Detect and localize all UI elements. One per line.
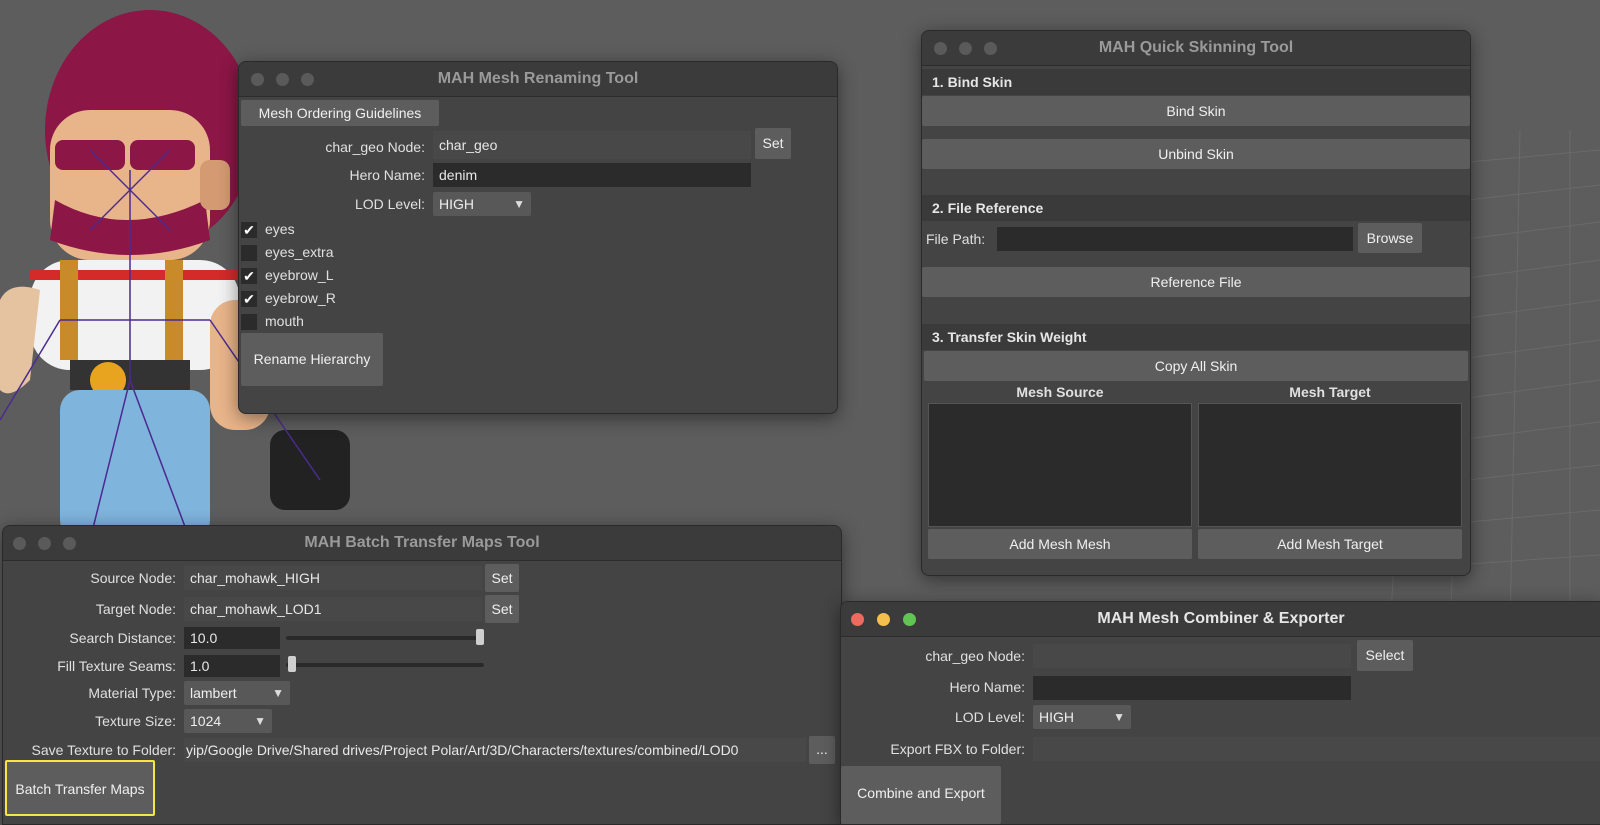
texture-size-value: 1024 xyxy=(190,713,222,729)
lod-level-dropdown[interactable]: HIGH ▼ xyxy=(1033,705,1131,729)
material-type-dropdown[interactable]: lambert ▼ xyxy=(184,681,290,705)
chevron-down-icon: ▼ xyxy=(513,197,525,211)
mesh-target-list[interactable] xyxy=(1198,403,1462,527)
mesh-target-label: Mesh Target xyxy=(1289,384,1371,400)
chevron-down-icon: ▼ xyxy=(254,714,266,728)
add-mesh-source-button[interactable]: Add Mesh Mesh xyxy=(928,529,1192,559)
quick-skinning-tool-window: MAH Quick Skinning Tool 1. Bind Skin Bin… xyxy=(921,30,1471,576)
save-texture-folder-field[interactable]: yip/Google Drive/Shared drives/Project P… xyxy=(184,738,806,762)
checkbox-label-eyes-extra: eyes_extra xyxy=(265,244,334,260)
transfer-titlebar[interactable]: MAH Batch Transfer Maps Tool xyxy=(3,526,841,561)
window-title: MAH Quick Skinning Tool xyxy=(1098,39,1294,56)
mesh-renaming-tool-window: MAH Mesh Renaming Tool Mesh Ordering Gui… xyxy=(238,61,838,414)
search-distance-input[interactable]: 10.0 xyxy=(184,627,280,649)
browse-folder-button[interactable]: ... xyxy=(809,736,835,764)
chevron-down-icon: ▼ xyxy=(1113,710,1125,724)
lod-level-label: LOD Level: xyxy=(354,196,425,212)
window-title: MAH Batch Transfer Maps Tool xyxy=(304,534,540,551)
set-target-button[interactable]: Set xyxy=(485,595,519,623)
mesh-combiner-exporter-window: MAH Mesh Combiner & Exporter char_geo No… xyxy=(840,601,1600,825)
checkbox-label-eyebrow-r: eyebrow_R xyxy=(265,290,336,306)
checkbox-eyes[interactable]: ✔ xyxy=(241,222,257,238)
add-mesh-target-button[interactable]: Add Mesh Target xyxy=(1198,529,1462,559)
source-node-label: Source Node: xyxy=(90,570,176,586)
fill-texture-seams-label: Fill Texture Seams: xyxy=(57,658,176,674)
checkbox-label-mouth: mouth xyxy=(265,313,304,329)
browse-button[interactable]: Browse xyxy=(1358,223,1422,253)
hero-name-label: Hero Name: xyxy=(949,679,1025,695)
export-fbx-folder-label: Export FBX to Folder: xyxy=(890,741,1025,757)
hero-name-input[interactable]: denim xyxy=(433,163,751,187)
material-type-label: Material Type: xyxy=(88,685,176,701)
lod-level-value: HIGH xyxy=(439,196,474,212)
texture-size-dropdown[interactable]: 1024 ▼ xyxy=(184,709,272,733)
set-button[interactable]: Set xyxy=(755,128,791,159)
section-transfer-skin-weight: 3. Transfer Skin Weight xyxy=(922,324,1470,350)
bind-skin-button[interactable]: Bind Skin xyxy=(922,96,1470,126)
section-bind-skin: 1. Bind Skin xyxy=(922,69,1470,95)
checkbox-eyebrow-r[interactable]: ✔ xyxy=(241,291,257,307)
checkbox-label-eyebrow-l: eyebrow_L xyxy=(265,267,334,283)
search-distance-slider-handle[interactable] xyxy=(476,629,484,645)
target-node-label: Target Node: xyxy=(95,601,176,617)
rename-hierarchy-button[interactable]: Rename Hierarchy xyxy=(241,333,383,386)
skinning-titlebar[interactable]: MAH Quick Skinning Tool xyxy=(922,31,1470,66)
checkbox-eyes-extra[interactable] xyxy=(241,245,257,261)
checkbox-mouth[interactable] xyxy=(241,314,257,330)
char-geo-field[interactable] xyxy=(1033,644,1351,668)
fill-texture-seams-slider-track[interactable] xyxy=(286,663,484,667)
hero-name-input[interactable] xyxy=(1033,676,1351,700)
checkbox-eyebrow-l[interactable]: ✔ xyxy=(241,268,257,284)
texture-size-label: Texture Size: xyxy=(95,713,176,729)
set-source-button[interactable]: Set xyxy=(485,564,519,592)
export-fbx-folder-field[interactable] xyxy=(1033,737,1600,761)
lod-level-value: HIGH xyxy=(1039,709,1074,725)
combine-and-export-button[interactable]: Combine and Export xyxy=(841,766,1001,824)
mesh-source-label: Mesh Source xyxy=(1016,384,1104,400)
checkbox-label-eyes: eyes xyxy=(265,221,295,237)
search-distance-label: Search Distance: xyxy=(69,630,176,646)
lod-level-dropdown[interactable]: HIGH ▼ xyxy=(433,192,531,216)
file-path-label: File Path: xyxy=(926,231,986,247)
hero-name-label: Hero Name: xyxy=(349,167,425,183)
lod-level-label: LOD Level: xyxy=(954,709,1025,725)
section-file-reference: 2. File Reference xyxy=(922,195,1470,221)
fill-texture-seams-input[interactable]: 1.0 xyxy=(184,655,280,677)
search-distance-slider-track[interactable] xyxy=(286,636,484,640)
chevron-down-icon: ▼ xyxy=(272,686,284,700)
material-type-value: lambert xyxy=(190,685,237,701)
combiner-titlebar[interactable]: MAH Mesh Combiner & Exporter xyxy=(841,602,1600,637)
mesh-ordering-guidelines-button[interactable]: Mesh Ordering Guidelines xyxy=(241,100,439,126)
reference-file-button[interactable]: Reference File xyxy=(922,267,1470,297)
batch-transfer-maps-button[interactable]: Batch Transfer Maps xyxy=(5,760,155,816)
target-node-field[interactable]: char_mohawk_LOD1 xyxy=(184,597,482,621)
file-path-input[interactable] xyxy=(997,227,1353,251)
save-texture-folder-label: Save Texture to Folder: xyxy=(31,742,176,758)
unbind-skin-button[interactable]: Unbind Skin xyxy=(922,139,1470,169)
source-node-field[interactable]: char_mohawk_HIGH xyxy=(184,566,482,590)
mesh-source-list[interactable] xyxy=(928,403,1192,527)
char-geo-label: char_geo Node: xyxy=(925,648,1025,664)
fill-texture-seams-slider-handle[interactable] xyxy=(288,656,296,672)
char-geo-label: char_geo Node: xyxy=(325,139,425,155)
select-button[interactable]: Select xyxy=(1357,640,1413,671)
renaming-titlebar[interactable]: MAH Mesh Renaming Tool xyxy=(239,62,837,97)
window-title: MAH Mesh Combiner & Exporter xyxy=(1097,610,1345,627)
window-title: MAH Mesh Renaming Tool xyxy=(437,70,639,87)
char-geo-field[interactable]: char_geo xyxy=(433,131,751,159)
copy-all-skin-button[interactable]: Copy All Skin xyxy=(924,351,1468,381)
batch-transfer-maps-window: MAH Batch Transfer Maps Tool Source Node… xyxy=(2,525,842,825)
